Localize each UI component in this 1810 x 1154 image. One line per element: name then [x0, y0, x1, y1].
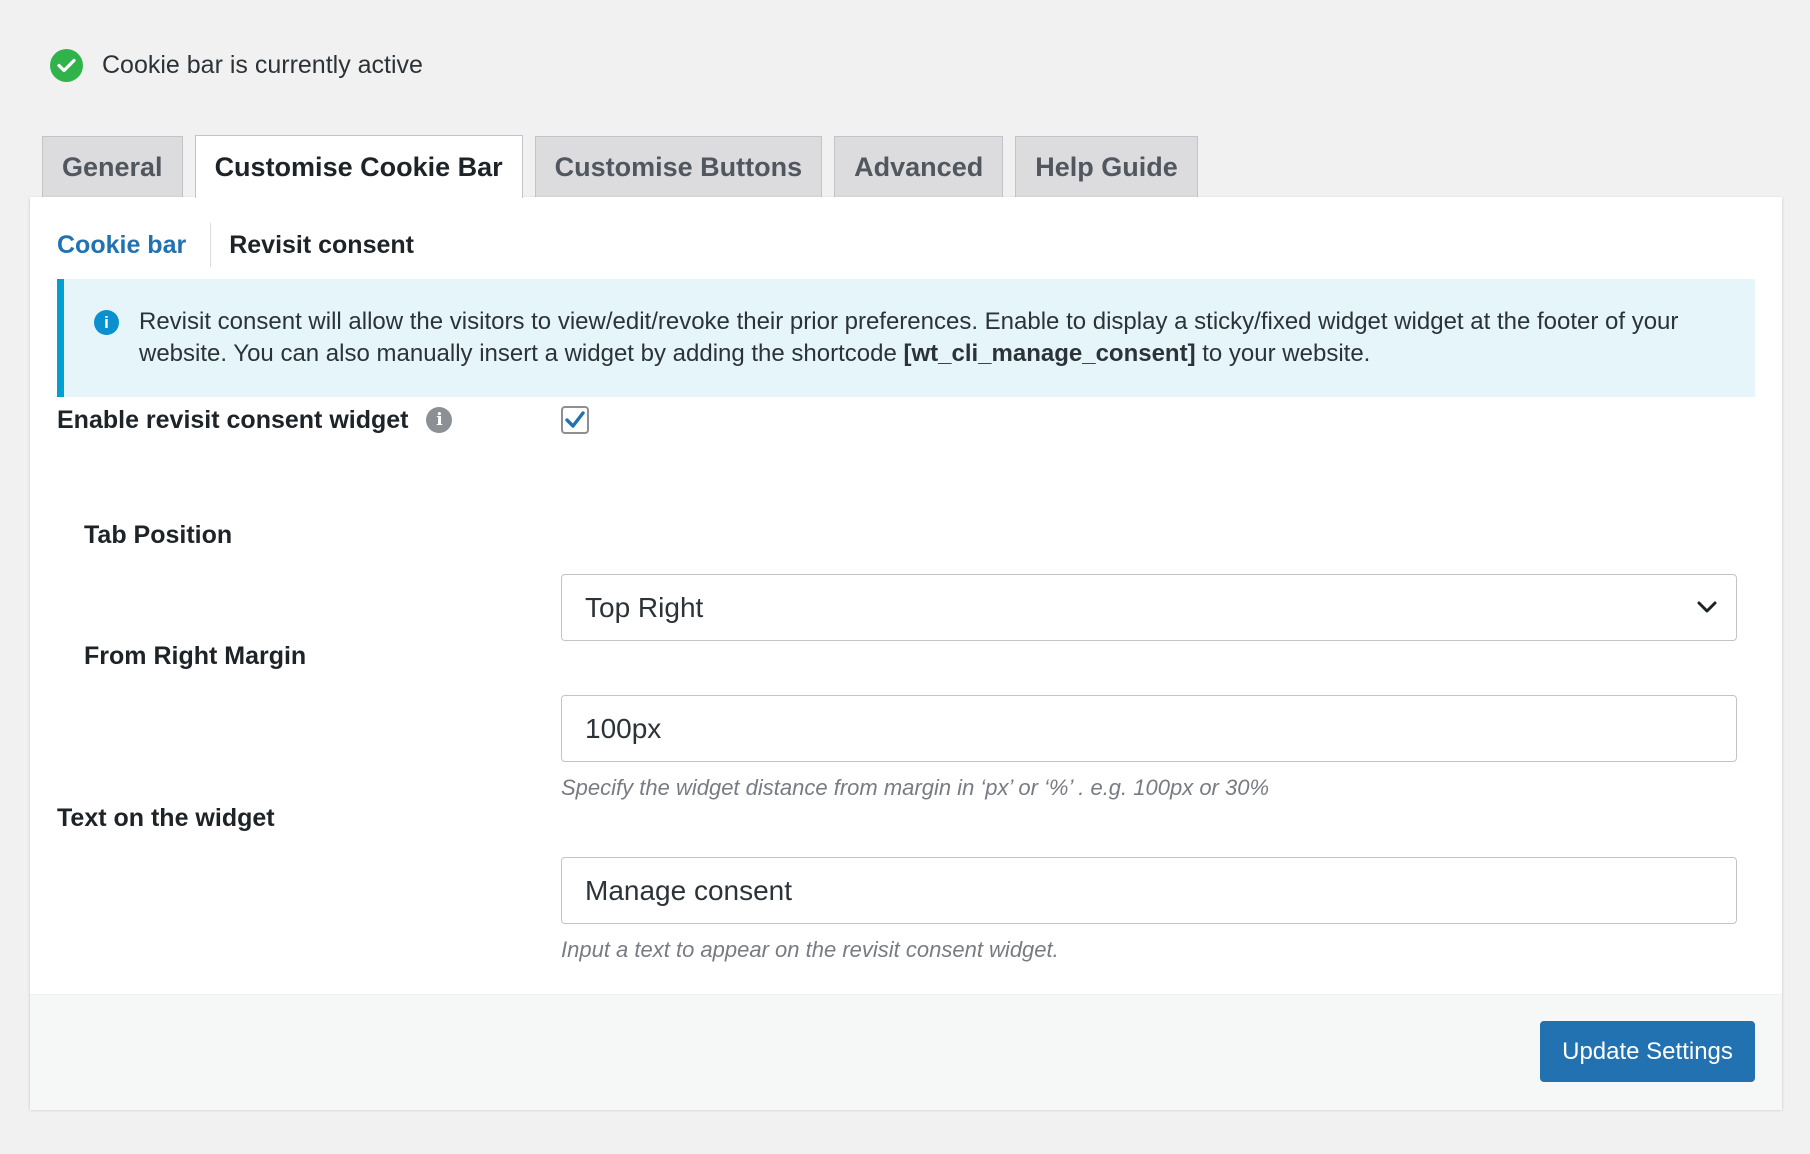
tab-position-select[interactable]: Top Right [561, 574, 1737, 641]
tab-help-guide[interactable]: Help Guide [1015, 136, 1198, 197]
right-margin-hint: Specify the widget distance from margin … [561, 775, 1270, 800]
subtab-cookie-bar[interactable]: Cookie bar [57, 231, 210, 260]
widget-text-value: Manage consent [585, 874, 793, 906]
tab-general[interactable]: General [42, 136, 183, 197]
info-icon: i [94, 310, 119, 335]
settings-panel: Cookie bar Revisit consent i Revisit con… [30, 197, 1782, 1110]
right-margin-input[interactable]: 100px [561, 695, 1737, 762]
update-settings-button[interactable]: Update Settings [1540, 1021, 1755, 1082]
right-margin-label: From Right Margin [84, 642, 307, 670]
tab-advanced[interactable]: Advanced [834, 136, 1004, 197]
panel-footer: Update Settings [30, 994, 1782, 1110]
tab-customise-cookie-bar[interactable]: Customise Cookie Bar [194, 135, 523, 198]
widget-text-hint: Input a text to appear on the revisit co… [561, 937, 1059, 962]
chevron-down-icon [1697, 601, 1717, 613]
enable-widget-label: Enable revisit consent widget i [57, 403, 453, 437]
right-margin-value: 100px [585, 712, 662, 744]
tab-customise-buttons[interactable]: Customise Buttons [534, 136, 823, 197]
info-icon[interactable]: i [426, 407, 453, 433]
main-tabs: General Customise Cookie Bar Customise B… [42, 135, 1210, 198]
enable-widget-label-text: Enable revisit consent widget [57, 406, 409, 434]
status-message: Cookie bar is currently active [50, 48, 423, 82]
info-notice: i Revisit consent will allow the visitor… [57, 279, 1755, 397]
notice-text: Revisit consent will allow the visitors … [139, 306, 1731, 397]
check-circle-icon [50, 48, 83, 82]
tab-position-value: Top Right [585, 591, 704, 623]
notice-text-after: to your website. [1195, 340, 1371, 367]
status-text: Cookie bar is currently active [102, 50, 423, 79]
checkmark-icon [565, 411, 585, 428]
enable-widget-checkbox[interactable] [561, 406, 589, 434]
widget-text-label: Text on the widget [57, 804, 275, 832]
tab-position-label: Tab Position [84, 521, 233, 549]
notice-shortcode: [wt_cli_manage_consent] [903, 340, 1196, 367]
subtab-revisit-consent[interactable]: Revisit consent [211, 231, 438, 260]
subtabs: Cookie bar Revisit consent [57, 223, 438, 267]
widget-text-input[interactable]: Manage consent [561, 857, 1737, 924]
